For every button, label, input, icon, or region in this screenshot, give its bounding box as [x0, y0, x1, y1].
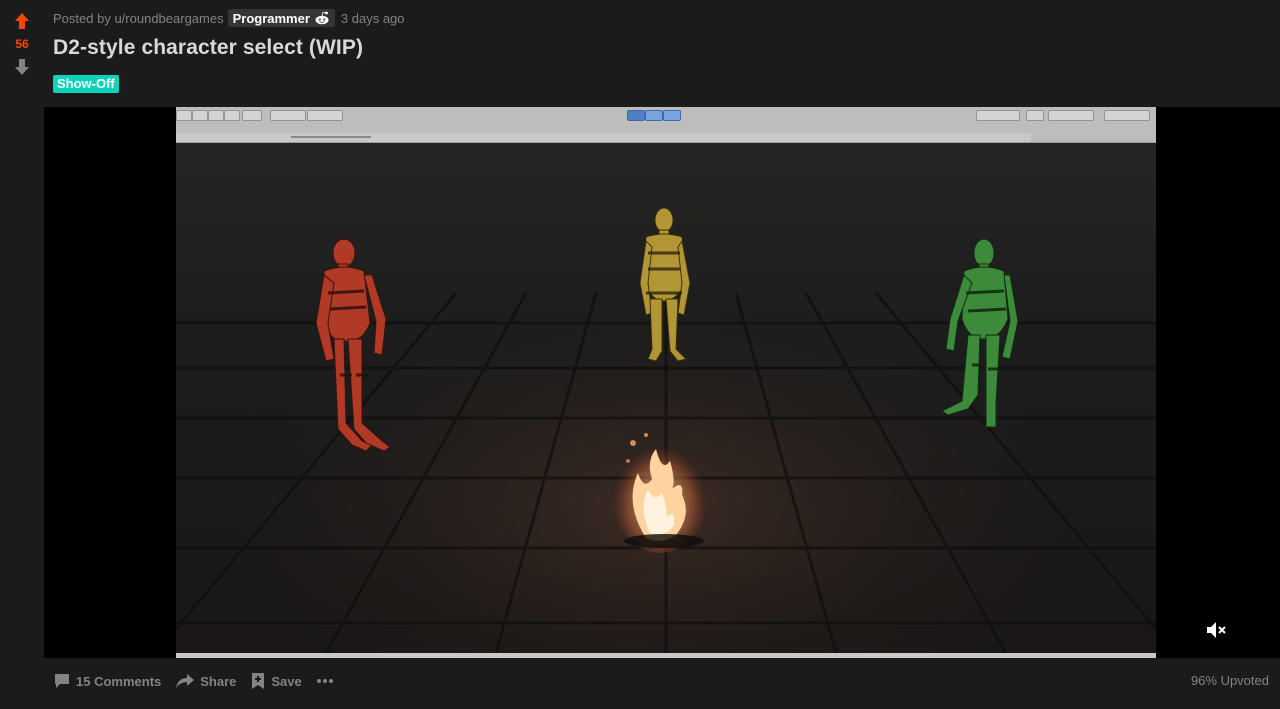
save-button[interactable]: Save: [250, 672, 302, 690]
comments-label: 15 Comments: [76, 673, 162, 689]
vote-column: 56: [0, 0, 44, 709]
video-frame: [176, 107, 1156, 658]
vote-score: 56: [15, 37, 29, 51]
user-flair: Programmer: [227, 9, 335, 27]
campfire: [612, 433, 708, 553]
video-progress-bar[interactable]: [176, 653, 1156, 658]
comment-icon: [55, 674, 69, 688]
upvote-ratio: 96% Upvoted: [1190, 673, 1269, 688]
post-actions: 15 Comments Share Save: [53, 666, 348, 696]
post-time: 3 days ago: [340, 10, 405, 26]
comments-button[interactable]: 15 Comments: [53, 672, 161, 690]
editor-subtoolbar: [176, 133, 1156, 143]
editor-toolbar: [176, 107, 1156, 134]
speaker-muted-icon[interactable]: [1205, 619, 1227, 641]
snoo-icon: [315, 11, 329, 25]
more-options-button[interactable]: [316, 678, 334, 684]
arrow-up-icon[interactable]: [13, 12, 31, 30]
post-meta: Posted by u/roundbeargames Programmer 3 …: [53, 9, 405, 27]
author-link[interactable]: u/roundbeargames: [114, 11, 223, 26]
more-icon: [316, 679, 333, 683]
share-button[interactable]: Share: [175, 672, 236, 690]
video-player[interactable]: [44, 107, 1280, 658]
posted-by-label: Posted by: [53, 10, 111, 26]
share-label: Share: [200, 673, 237, 689]
arrow-down-icon[interactable]: [13, 58, 31, 76]
game-scene: [176, 143, 1156, 653]
post-title[interactable]: D2-style character select (WIP): [53, 36, 363, 60]
bookmark-icon: [252, 673, 265, 689]
post-flair[interactable]: Show-Off: [53, 75, 119, 93]
share-icon: [176, 674, 195, 688]
user-flair-label: Programmer: [232, 10, 310, 26]
save-label: Save: [271, 673, 302, 689]
